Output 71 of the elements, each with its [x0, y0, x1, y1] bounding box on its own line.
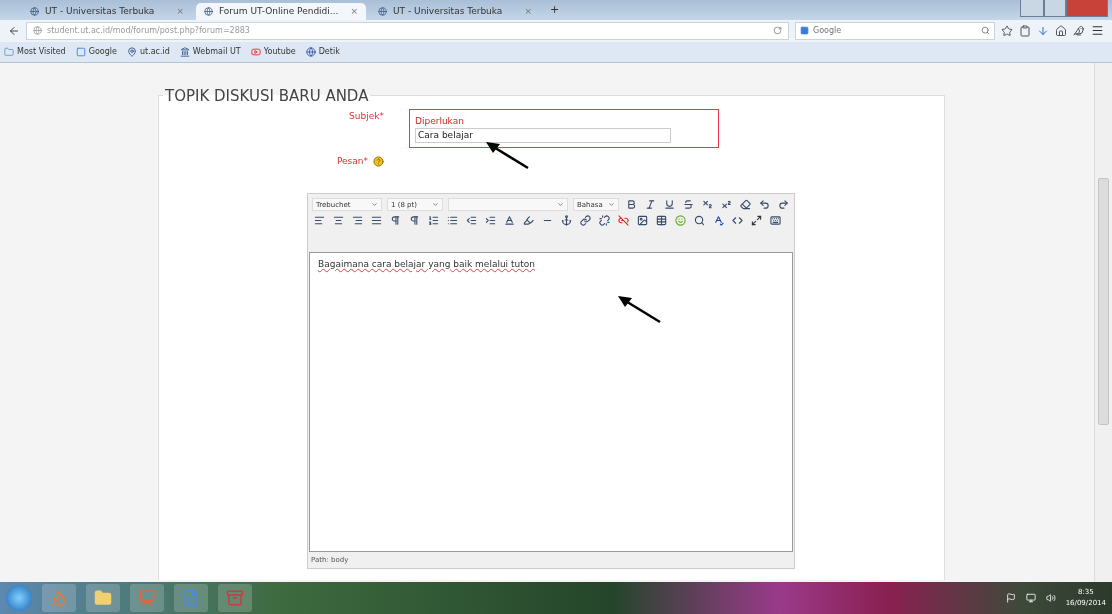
search-icon[interactable]: [692, 213, 706, 228]
reload-icon[interactable]: [773, 26, 782, 36]
dropdown-caret-icon: [557, 201, 564, 209]
bookmark-link[interactable]: Youtube: [250, 46, 296, 57]
bird-icon[interactable]: [1073, 24, 1085, 37]
square-icon: [75, 46, 86, 57]
strikethrough-icon[interactable]: [681, 197, 695, 212]
search-icon[interactable]: [981, 26, 990, 36]
underline-icon[interactable]: [662, 197, 676, 212]
eraser-icon[interactable]: [738, 197, 752, 212]
subject-input[interactable]: Cara belajar: [415, 127, 671, 143]
scrollbar[interactable]: [1094, 62, 1112, 583]
message-editor[interactable]: Bagaimana cara belajar yang baik melalui tuton: [309, 251, 793, 552]
annotation-arrow: [484, 140, 530, 170]
browser-tab[interactable]: Forum UT-Online Pendidi... ×: [196, 2, 366, 20]
fullscreen-icon[interactable]: [749, 213, 763, 228]
unlink-icon[interactable]: [597, 213, 611, 228]
dropdown-caret-icon: [371, 201, 378, 209]
bookmark-link[interactable]: ut.ac.id: [126, 46, 170, 57]
anchor-icon[interactable]: [559, 213, 573, 228]
folder-taskbar-icon[interactable]: [86, 584, 120, 613]
download-icon[interactable]: [1037, 24, 1049, 37]
table-icon[interactable]: [654, 213, 668, 228]
required-error: Diperlukan: [415, 115, 465, 126]
network-icon[interactable]: [1025, 593, 1036, 604]
menu-icon[interactable]: [1091, 24, 1104, 38]
bookmark-link[interactable]: Detik: [305, 46, 340, 57]
volume-icon[interactable]: [1045, 593, 1056, 604]
text-color-icon[interactable]: [502, 213, 516, 228]
globe-icon: [378, 6, 387, 16]
star-icon[interactable]: [1001, 24, 1013, 37]
annotation-arrow: [616, 294, 662, 324]
browser-tab[interactable]: UT - Universitas Terbuka ×: [22, 2, 192, 20]
redo-icon[interactable]: [776, 197, 790, 212]
highlighter-icon[interactable]: [521, 213, 535, 228]
globe-icon: [204, 6, 213, 16]
home-icon[interactable]: [1055, 24, 1067, 37]
minimize-button[interactable]: [1020, 0, 1044, 17]
image-icon[interactable]: [635, 213, 649, 228]
url-text: student.ut.ac.id/mod/forum/post.php?forum=2883: [47, 26, 250, 36]
bookmark-link[interactable]: Webmail UT: [179, 46, 241, 57]
dropdown-caret-icon: [432, 201, 439, 209]
browser-tab[interactable]: UT - Universitas Terbuka ×: [370, 2, 540, 20]
globe-icon: [305, 46, 316, 57]
building-icon: [179, 46, 190, 57]
form-heading: TOPIK DISKUSI BARU ANDA: [164, 86, 370, 105]
link-icon[interactable]: [578, 213, 592, 228]
new-tab-button[interactable]: +: [544, 3, 566, 17]
dropdown-caret-icon: [608, 201, 615, 209]
tab-close-button[interactable]: ×: [350, 6, 358, 17]
globe-icon: [30, 6, 39, 16]
subject-label: Subjek*: [349, 110, 384, 121]
pin-icon: [126, 46, 137, 57]
search-field[interactable]: Google: [795, 21, 995, 40]
keyboard-icon[interactable]: [768, 213, 782, 228]
folder-icon: [4, 46, 14, 57]
flag-icon[interactable]: [1005, 593, 1016, 604]
help-icon[interactable]: [373, 155, 384, 167]
back-icon[interactable]: [8, 24, 20, 37]
square-icon: [800, 26, 809, 36]
message-label: Pesan*: [336, 156, 368, 167]
start-button[interactable]: [6, 585, 32, 612]
bookmark-link[interactable]: Most Visited: [4, 46, 66, 57]
no-link-icon[interactable]: [616, 213, 630, 228]
bookmark-link[interactable]: Google: [75, 46, 117, 57]
clipboard-icon[interactable]: [1019, 24, 1031, 37]
globe-icon: [33, 26, 42, 36]
play-icon: [250, 46, 261, 57]
numbered-list-icon[interactable]: [426, 213, 440, 228]
maximize-button[interactable]: [1044, 0, 1066, 17]
undo-icon[interactable]: [757, 197, 771, 212]
